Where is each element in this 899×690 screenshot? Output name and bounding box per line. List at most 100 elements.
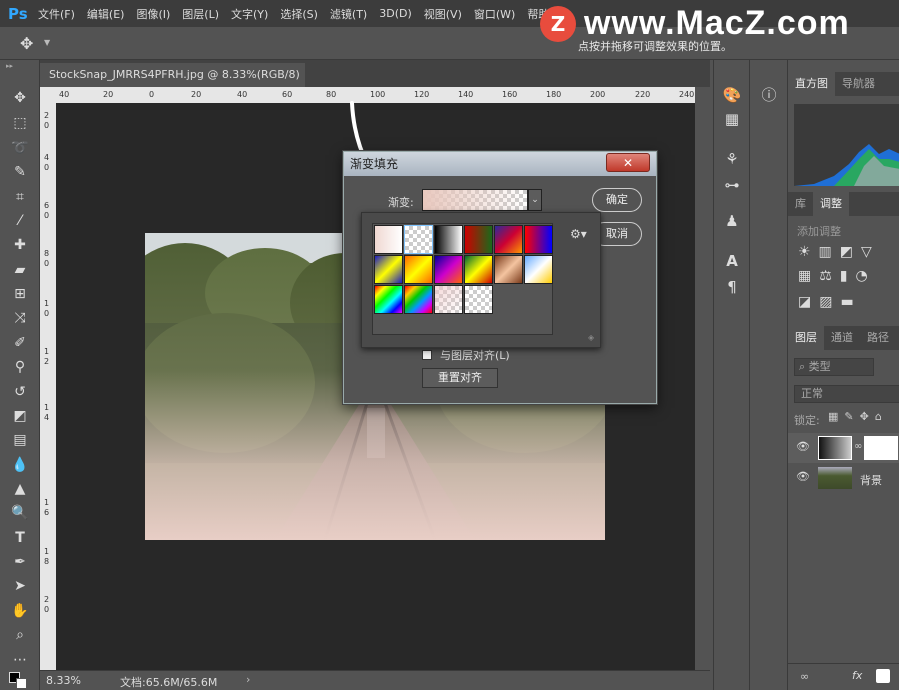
collapse-icon[interactable]: ▸▸: [6, 62, 13, 70]
gradient-tool-icon[interactable]: ▤: [9, 430, 31, 450]
tab-paths[interactable]: 路径: [860, 326, 896, 350]
gradient-swatch[interactable]: [374, 225, 403, 254]
gradient-swatch[interactable]: [464, 225, 493, 254]
menu-select[interactable]: 选择(S): [280, 6, 318, 22]
path-select-icon[interactable]: ➤: [9, 576, 31, 596]
ruler-label: 2: [44, 595, 50, 604]
gradient-swatch[interactable]: [404, 255, 433, 284]
gradient-swatch[interactable]: [464, 285, 493, 314]
brush-presets-icon[interactable]: ⚘: [721, 148, 743, 170]
transform-icon[interactable]: ⤨: [9, 308, 31, 328]
stamp-tool-icon[interactable]: ⚲: [9, 357, 31, 377]
frame-tool-icon[interactable]: ⊞: [9, 284, 31, 304]
background-color-swatch[interactable]: [16, 678, 27, 689]
adjustment-icons-row-1[interactable]: ☀▥◩▽: [798, 244, 880, 260]
blend-mode-select[interactable]: 正常: [794, 385, 899, 403]
menu-3d[interactable]: 3D(D): [379, 7, 412, 20]
link-layers-icon[interactable]: ∞: [800, 670, 809, 683]
tools-panel: ▸▸ ✥ ⬚ ➰ ✎ ⌗ ⁄ ✚ ▰ ⊞ ⤨ ✐ ⚲ ↺ ◩ ▤ 💧 ▲ 🔍 T…: [0, 60, 40, 690]
reset-align-button[interactable]: 重置对齐: [422, 368, 498, 388]
ruler-label: 1: [44, 403, 50, 412]
gradient-preview[interactable]: [422, 189, 528, 211]
move-tool-icon[interactable]: ✥: [9, 88, 31, 108]
info-icon[interactable]: ⓘ: [758, 84, 780, 106]
add-mask-icon[interactable]: [876, 669, 890, 683]
adjustment-icons-row-2[interactable]: ▦⚖▮◔: [798, 268, 876, 284]
gradient-swatch[interactable]: [434, 225, 463, 254]
gradient-swatch[interactable]: [464, 255, 493, 284]
crop-tool-icon[interactable]: ⌗: [9, 187, 31, 207]
document-tab[interactable]: StockSnap_JMRRS4PFRH.jpg @ 8.33%(RGB/8) …: [40, 63, 305, 105]
brush-tool-icon[interactable]: ✐: [9, 333, 31, 353]
move-tool-icon[interactable]: ✥: [20, 34, 33, 53]
history-brush-icon[interactable]: ↺: [9, 382, 31, 402]
tab-histogram[interactable]: 直方图: [788, 72, 835, 96]
menu-file[interactable]: 文件(F): [38, 6, 75, 22]
menu-filter[interactable]: 滤镜(T): [330, 6, 367, 22]
quick-select-icon[interactable]: ✎: [9, 162, 31, 182]
chevron-down-icon[interactable]: ▼: [44, 38, 50, 47]
eraser-tool-icon[interactable]: ◩: [9, 406, 31, 426]
pen-tool-icon[interactable]: ✒: [9, 552, 31, 572]
lasso-tool-icon[interactable]: ➰: [9, 138, 31, 158]
more-tools-icon[interactable]: ⋯: [9, 650, 31, 670]
adjustment-icons-row-3[interactable]: ◪▨▬: [798, 294, 862, 310]
swatches-grid-icon[interactable]: ▦: [721, 108, 743, 130]
gradient-swatch[interactable]: [524, 255, 553, 284]
color-palette-icon[interactable]: 🎨: [721, 84, 743, 106]
patch-tool-icon[interactable]: ▰: [9, 260, 31, 280]
layers-tabs: 图层 通道 路径: [788, 326, 899, 350]
clone-source-icon[interactable]: ♟: [721, 210, 743, 232]
healing-brush-icon[interactable]: ✚: [9, 235, 31, 255]
lock-icons[interactable]: ▦✎✥⌂: [828, 410, 888, 423]
layer-row-background[interactable]: 👁 背景: [788, 463, 899, 493]
resize-handle-icon[interactable]: ◈: [588, 333, 594, 342]
gradient-swatch[interactable]: [434, 255, 463, 284]
gradient-swatch[interactable]: [374, 285, 403, 314]
sharpen-tool-icon[interactable]: ▲: [9, 479, 31, 499]
tab-library[interactable]: 库: [788, 192, 813, 216]
menu-type[interactable]: 文字(Y): [231, 6, 268, 22]
gradient-dropdown-chevron-icon[interactable]: ⌄: [528, 189, 542, 211]
menu-window[interactable]: 窗口(W): [474, 6, 515, 22]
character-icon[interactable]: A: [721, 250, 743, 272]
tab-channels[interactable]: 通道: [824, 326, 860, 350]
menu-image[interactable]: 图像(I): [136, 6, 170, 22]
brush-settings-icon[interactable]: ⊶: [721, 174, 743, 196]
fx-button[interactable]: fx: [852, 669, 862, 682]
gradient-swatch[interactable]: [434, 285, 463, 314]
gradient-swatch[interactable]: [494, 225, 523, 254]
gear-icon[interactable]: ⚙▾: [570, 227, 587, 241]
dodge-tool-icon[interactable]: 🔍: [9, 503, 31, 523]
background-layer-thumbnail: [818, 467, 852, 489]
gradient-swatch[interactable]: [524, 225, 553, 254]
eyedropper-icon[interactable]: ⁄: [9, 211, 31, 231]
eye-icon[interactable]: 👁: [796, 440, 810, 453]
gradient-swatch[interactable]: [404, 285, 433, 314]
eye-icon[interactable]: 👁: [796, 470, 810, 483]
paragraph-icon[interactable]: ¶: [721, 276, 743, 298]
zoom-tool-icon[interactable]: ⌕: [9, 625, 31, 645]
hand-tool-icon[interactable]: ✋: [9, 601, 31, 621]
layer-row-gradient-fill[interactable]: 👁 ∞: [788, 433, 899, 463]
tab-navigator[interactable]: 导航器: [835, 72, 882, 96]
gradient-swatch[interactable]: [374, 255, 403, 284]
ok-button[interactable]: 确定: [592, 188, 642, 212]
tab-adjustments[interactable]: 调整: [813, 192, 849, 216]
menu-edit[interactable]: 编辑(E): [87, 6, 125, 22]
gradient-swatch-selected[interactable]: [404, 225, 433, 254]
align-checkbox[interactable]: [422, 350, 432, 360]
close-icon[interactable]: ✕: [606, 153, 650, 172]
marquee-tool-icon[interactable]: ⬚: [9, 113, 31, 133]
ruler-label: 60: [282, 90, 293, 99]
blur-tool-icon[interactable]: 💧: [9, 455, 31, 475]
menu-view[interactable]: 视图(V): [424, 6, 462, 22]
zoom-level[interactable]: 8.33%: [46, 674, 81, 687]
layer-filter-select[interactable]: ⌕ 类型: [794, 358, 874, 376]
type-tool-icon[interactable]: T: [9, 528, 31, 548]
ruler-label: 0: [44, 121, 50, 130]
status-menu-arrow-icon[interactable]: ›: [246, 673, 250, 686]
tab-layers[interactable]: 图层: [788, 326, 824, 350]
gradient-swatch[interactable]: [494, 255, 523, 284]
menu-layer[interactable]: 图层(L): [182, 6, 219, 22]
